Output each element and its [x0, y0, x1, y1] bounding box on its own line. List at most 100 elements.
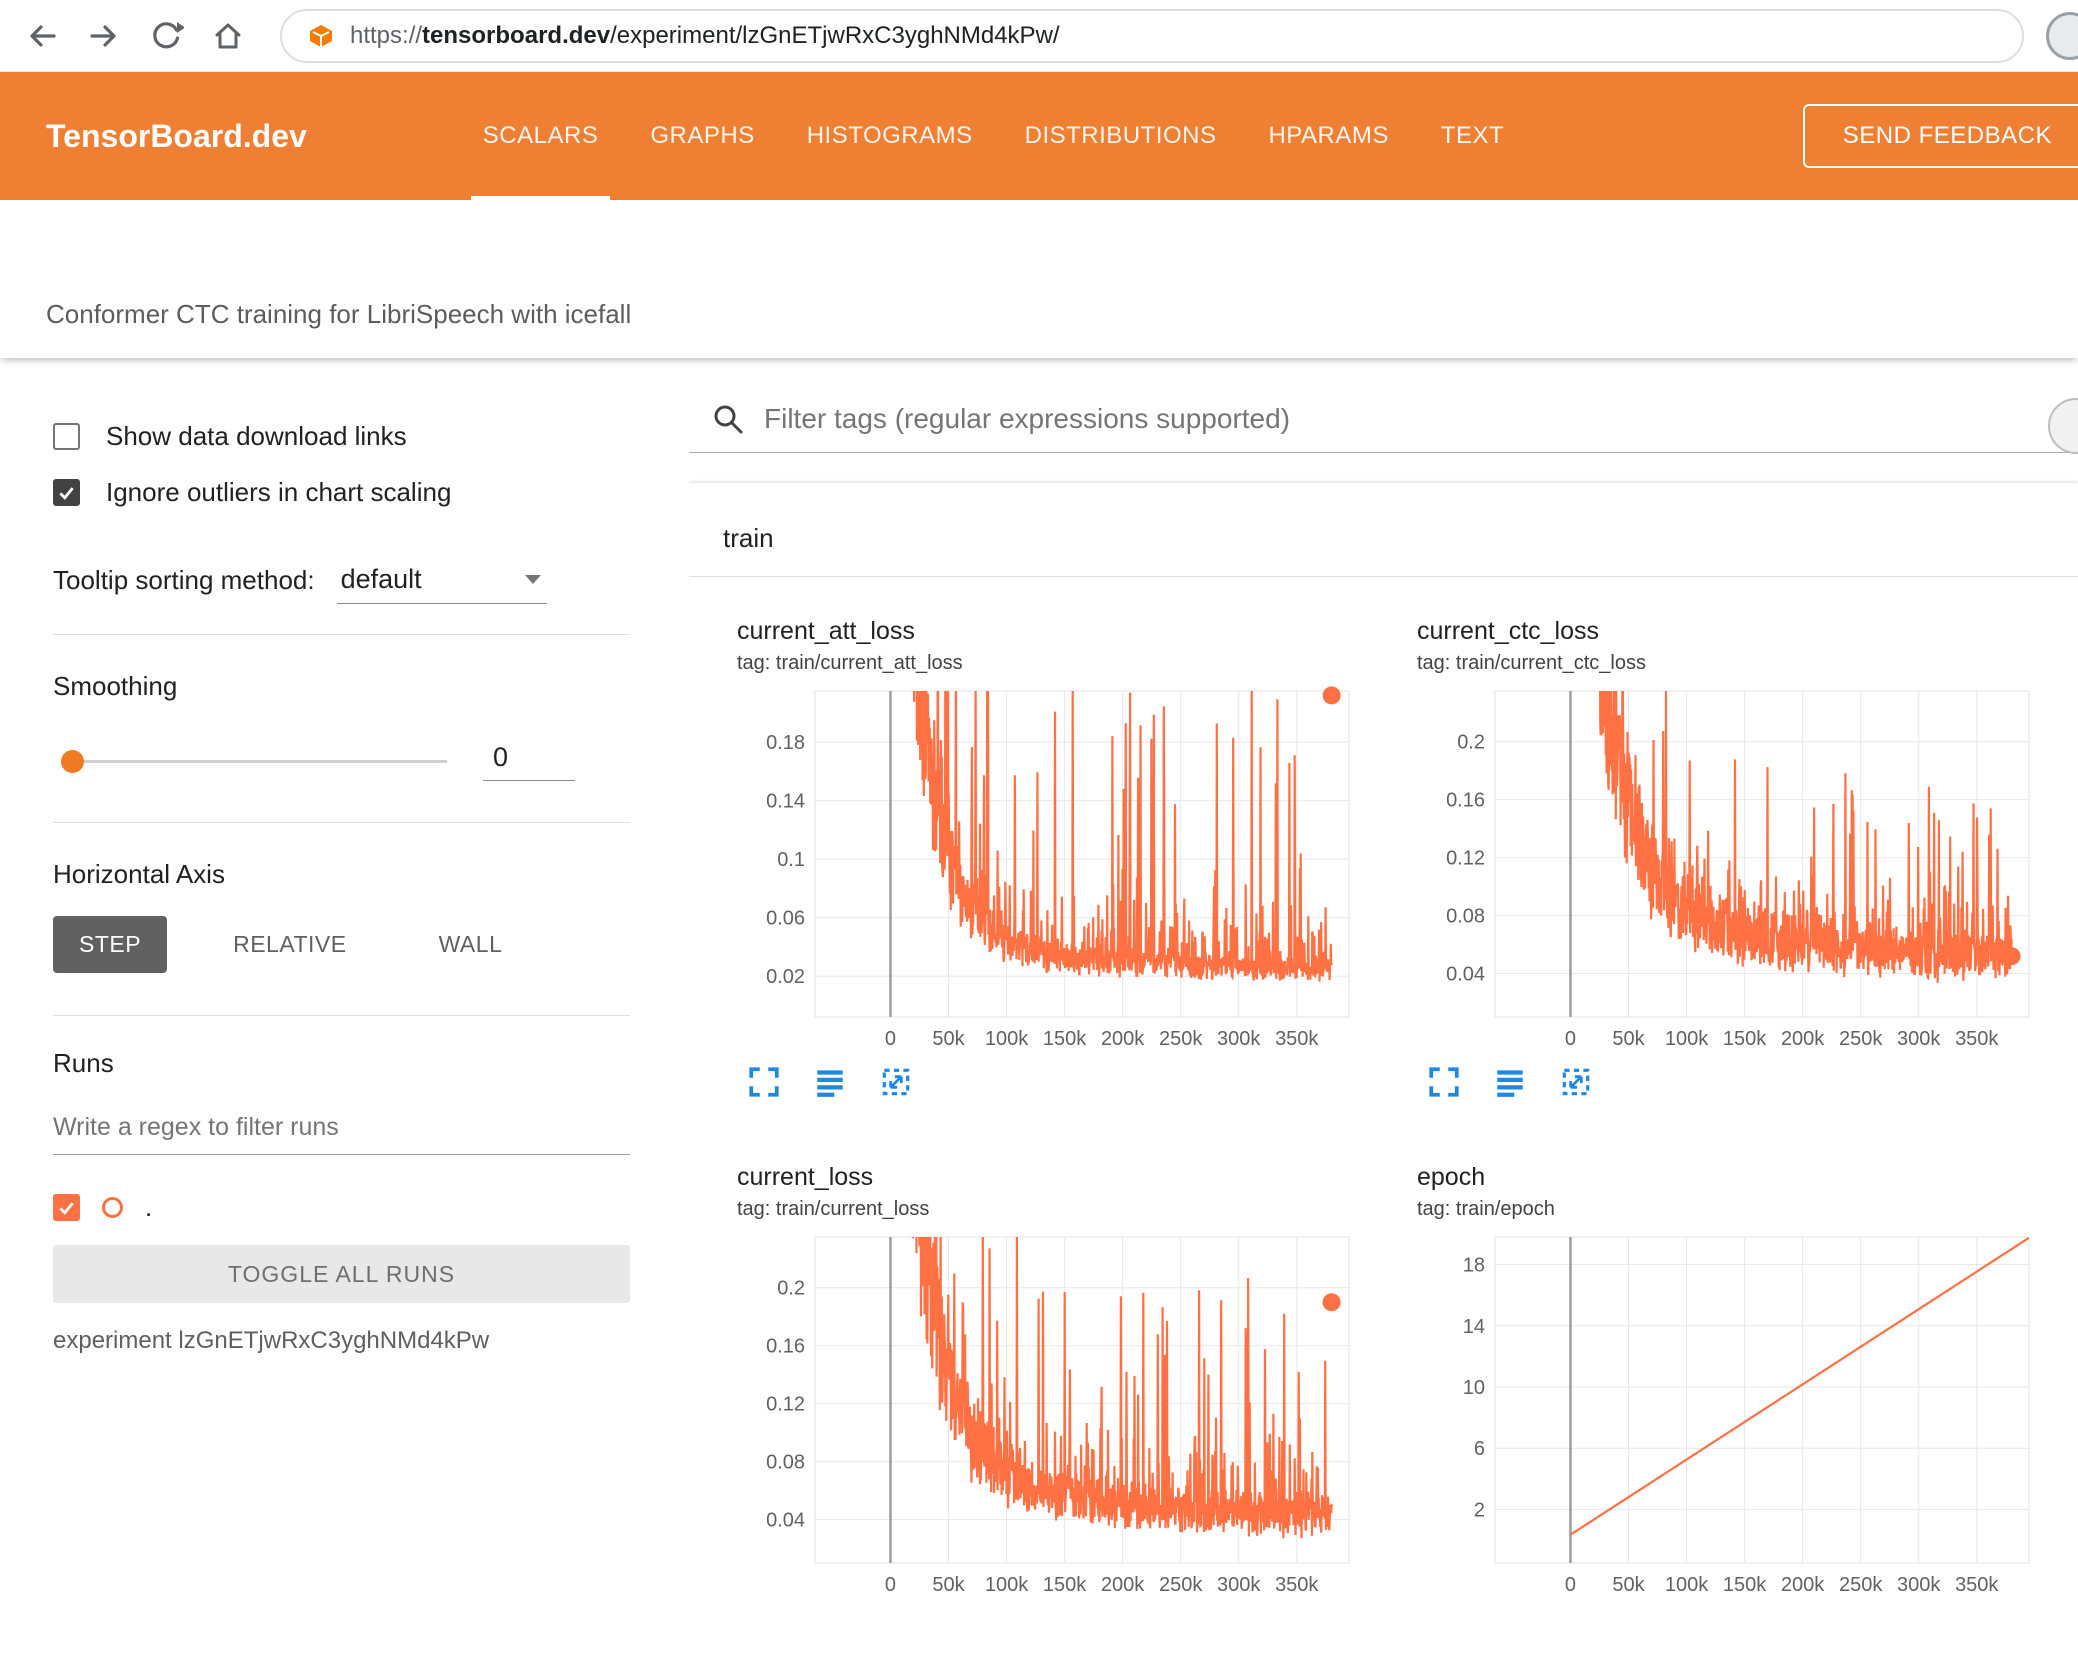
svg-text:150k: 150k — [1043, 1028, 1087, 1050]
chart-tag: tag: train/current_ctc_loss — [1417, 652, 1646, 674]
svg-text:0.16: 0.16 — [1446, 790, 1485, 812]
chart-tag: tag: train/epoch — [1417, 1198, 1555, 1220]
browser-toolbar: https://tensorboard.dev/experiment/lzGnE… — [0, 0, 2078, 72]
tab-histograms[interactable]: HISTOGRAMS — [781, 72, 999, 200]
svg-text:0.12: 0.12 — [766, 1394, 805, 1416]
svg-text:100k: 100k — [985, 1028, 1029, 1050]
tooltip-sorting-value: default — [340, 564, 422, 594]
horizontal-axis-options: STEP RELATIVE WALL — [53, 916, 630, 973]
svg-text:300k: 300k — [1897, 1574, 1941, 1596]
back-icon[interactable] — [14, 8, 70, 64]
svg-text:0.2: 0.2 — [777, 1278, 805, 1300]
axis-wall-button[interactable]: WALL — [413, 916, 529, 973]
svg-text:300k: 300k — [1897, 1028, 1941, 1050]
scalar-chart[interactable]: 0.04 0.08 0.12 0.16 0.2 0 50k 100k 150k 200k 250k 3… — [737, 1231, 1357, 1603]
toggle-y-axis-icon[interactable] — [1493, 1065, 1527, 1099]
svg-text:0.16: 0.16 — [766, 1336, 805, 1358]
svg-text:150k: 150k — [1723, 1028, 1767, 1050]
fit-domain-icon[interactable] — [1559, 1065, 1593, 1099]
svg-text:0: 0 — [885, 1574, 896, 1596]
fullscreen-icon[interactable] — [747, 1065, 781, 1099]
svg-text:0.18: 0.18 — [766, 732, 805, 754]
chevron-down-icon — [524, 575, 541, 584]
svg-text:0: 0 — [885, 1028, 896, 1050]
chart-epoch: epoch tag: train/epoch 2 6 10 14 18 0 50k 100k 1… — [1417, 1163, 2067, 1603]
app-header: TensorBoard.dev SCALARS GRAPHS HISTOGRAM… — [0, 72, 2078, 200]
axis-step-button[interactable]: STEP — [53, 916, 168, 973]
svg-text:200k: 200k — [1101, 1028, 1145, 1050]
ignore-outliers-checkbox[interactable] — [53, 478, 80, 506]
forward-icon[interactable] — [76, 8, 132, 64]
smoothing-label: Smoothing — [53, 671, 178, 701]
chart-tag: tag: train/current_loss — [737, 1198, 930, 1220]
train-card: train current_att_loss tag: train/curren… — [689, 483, 2078, 1666]
browser-avatar[interactable] — [2046, 12, 2078, 60]
svg-text:0.14: 0.14 — [766, 791, 805, 813]
smoothing-value[interactable]: 0 — [483, 742, 575, 781]
toggle-y-axis-icon[interactable] — [813, 1065, 847, 1099]
tag-group-title[interactable]: train — [689, 483, 2078, 577]
svg-text:50k: 50k — [932, 1574, 965, 1596]
svg-text:250k: 250k — [1159, 1028, 1203, 1050]
svg-text:200k: 200k — [1781, 1028, 1825, 1050]
tab-scalars[interactable]: SCALARS — [457, 72, 625, 200]
svg-text:0.12: 0.12 — [1446, 848, 1485, 870]
tab-graphs[interactable]: GRAPHS — [624, 72, 780, 200]
svg-text:0.2: 0.2 — [1457, 732, 1485, 754]
experiment-id-label: experiment lzGnETjwRxC3yghNMd4kPw — [53, 1327, 490, 1354]
svg-text:0.04: 0.04 — [766, 1510, 805, 1532]
svg-text:150k: 150k — [1723, 1574, 1767, 1596]
tab-distributions[interactable]: DISTRIBUTIONS — [999, 72, 1243, 200]
brand-title: TensorBoard.dev — [46, 117, 307, 154]
smoothing-slider[interactable] — [61, 749, 447, 773]
scalar-chart[interactable]: 0.02 0.06 0.1 0.14 0.18 0 50k 100k 150k 200k 250k 3… — [737, 685, 1357, 1057]
svg-text:50k: 50k — [932, 1028, 965, 1050]
send-feedback-button[interactable]: SEND FEEDBACK — [1802, 104, 2078, 168]
show-download-row: Show data download links — [53, 416, 630, 456]
chart-tag: tag: train/current_att_loss — [737, 652, 963, 674]
tooltip-sorting-row: Tooltip sorting method: default — [53, 564, 630, 604]
svg-text:300k: 300k — [1217, 1574, 1261, 1596]
svg-text:14: 14 — [1463, 1316, 1485, 1338]
reload-icon[interactable] — [138, 8, 194, 64]
scalar-chart[interactable]: 2 6 10 14 18 0 50k 100k 150k 200k 250k 300k 350k — [1417, 1231, 2037, 1603]
svg-text:250k: 250k — [1839, 1028, 1883, 1050]
chart-current-loss: current_loss tag: train/current_loss 0.0… — [737, 1163, 1387, 1603]
url-text: https://tensorboard.dev/experiment/lzGnE… — [350, 22, 1060, 50]
svg-text:0.06: 0.06 — [766, 908, 805, 930]
tab-text[interactable]: TEXT — [1415, 72, 1530, 200]
show-download-checkbox[interactable] — [53, 422, 80, 450]
run-name: . — [145, 1191, 153, 1222]
axis-relative-button[interactable]: RELATIVE — [207, 916, 373, 973]
smoothing-slider-thumb[interactable] — [61, 749, 84, 773]
divider — [53, 634, 630, 635]
svg-text:350k: 350k — [1955, 1574, 1999, 1596]
chart-title: current_att_loss — [737, 617, 915, 645]
svg-text:2: 2 — [1474, 1499, 1485, 1521]
url-domain: tensorboard.dev — [422, 21, 611, 49]
filter-tags-input[interactable] — [762, 402, 2008, 436]
fit-domain-icon[interactable] — [879, 1065, 913, 1099]
run-checkbox[interactable] — [53, 1193, 80, 1221]
chart-title: current_loss — [737, 1163, 874, 1191]
toggle-all-runs-button[interactable]: TOGGLE ALL RUNS — [53, 1245, 630, 1303]
svg-text:250k: 250k — [1159, 1574, 1203, 1596]
runs-filter-input[interactable] — [53, 1107, 630, 1155]
svg-text:300k: 300k — [1217, 1028, 1261, 1050]
url-scheme: https:// — [350, 21, 423, 49]
filter-tags-row — [689, 402, 2078, 453]
scalar-chart[interactable]: 0.04 0.08 0.12 0.16 0.2 0 50k 100k 150k 200k 250k 3… — [1417, 685, 2037, 1057]
main-panel: train current_att_loss tag: train/curren… — [689, 358, 2078, 1666]
run-row: . — [53, 1187, 630, 1227]
run-color-swatch[interactable] — [102, 1196, 123, 1218]
chart-toolbar — [737, 1065, 1387, 1099]
experiment-title-bar: Conformer CTC training for LibriSpeech w… — [0, 200, 2078, 358]
svg-text:100k: 100k — [1665, 1028, 1709, 1050]
url-bar[interactable]: https://tensorboard.dev/experiment/lzGnE… — [280, 8, 2024, 63]
svg-text:350k: 350k — [1275, 1028, 1319, 1050]
home-icon[interactable] — [200, 8, 256, 64]
tooltip-sorting-select[interactable]: default — [336, 564, 547, 604]
tab-hparams[interactable]: HPARAMS — [1242, 72, 1414, 200]
fullscreen-icon[interactable] — [1427, 1065, 1461, 1099]
svg-text:350k: 350k — [1955, 1028, 1999, 1050]
